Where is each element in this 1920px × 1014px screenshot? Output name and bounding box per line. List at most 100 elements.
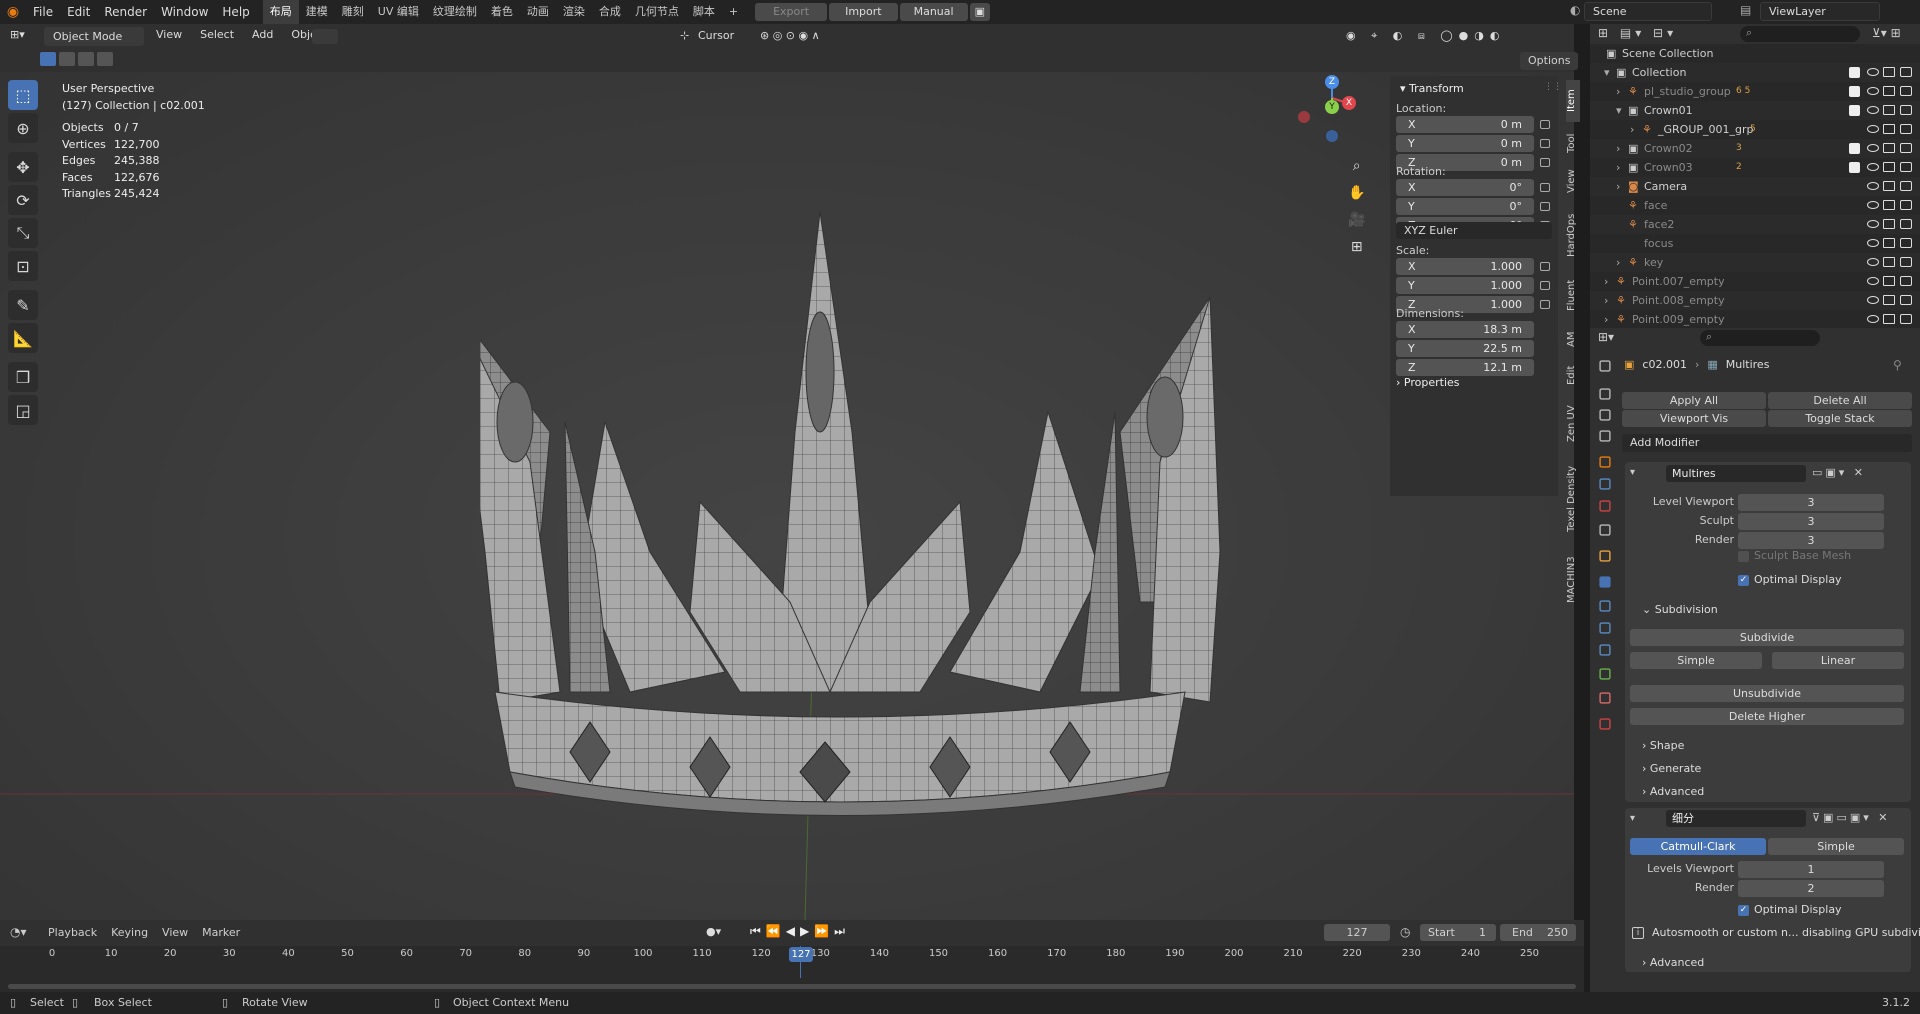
collapse-icon[interactable]: ▾	[1630, 467, 1635, 478]
visibility-eye-icon[interactable]	[1867, 315, 1879, 323]
subdivision-header[interactable]: ⌄ Subdivision	[1642, 603, 1718, 616]
playhead[interactable]: 127	[789, 947, 813, 962]
viewport-toggle-icon[interactable]	[1883, 105, 1895, 115]
viewport-toggle-icon[interactable]	[1883, 162, 1895, 172]
render-camera-icon[interactable]	[1900, 295, 1912, 305]
timeline-scrollbar[interactable]	[8, 984, 1576, 989]
viewport-toggle-icon[interactable]	[1883, 181, 1895, 191]
overlay-icons[interactable]: ◉ ⌖ ◐ ⧈ ◯●◑◐	[1346, 29, 1505, 43]
pan-hand-icon[interactable]: ✋	[1348, 185, 1365, 201]
output-tab-icon[interactable]	[1599, 409, 1611, 421]
outliner-row[interactable]: ▾ ▣ Crown01	[1590, 101, 1920, 120]
editor-type-icon[interactable]: ⊞▾	[10, 28, 25, 41]
render-camera-icon[interactable]	[1900, 86, 1912, 96]
zoom-icon[interactable]: ⌕	[1353, 158, 1361, 174]
dimensions-x-field[interactable]: X 18.3 m	[1396, 321, 1534, 338]
import-button[interactable]: Import	[829, 3, 898, 21]
outliner-search-input[interactable]: ⌕	[1740, 26, 1860, 42]
pivot-selector[interactable]: Cursor	[698, 29, 734, 42]
shape-subpanel[interactable]: › Shape	[1642, 739, 1684, 752]
render-camera-icon[interactable]	[1900, 257, 1912, 267]
visibility-eye-icon[interactable]	[1867, 239, 1879, 247]
viewlayer-selector[interactable]: ViewLayer	[1760, 2, 1880, 21]
multires-name-field[interactable]: Multires	[1666, 465, 1806, 482]
physics-tab-icon[interactable]	[1599, 622, 1611, 634]
viewport-toggle-icon[interactable]	[1883, 238, 1895, 248]
expand-arrow-icon[interactable]: ›	[1604, 272, 1608, 291]
timeline-editor-icon[interactable]: ◔▾	[10, 925, 27, 939]
outliner-row[interactable]: › ⚘ _GROUP_001_grp 5	[1590, 120, 1920, 139]
playback-controls[interactable]: ⏮⏪◀▶⏩⏭	[750, 924, 850, 939]
snap-icon[interactable]: ⊛ ◎ ⊙ ◉ ∧	[760, 29, 820, 42]
expand-arrow-icon[interactable]: ›	[1630, 120, 1634, 139]
expand-arrow-icon[interactable]: ›	[1616, 177, 1620, 196]
viewport-toggle-icon[interactable]	[1883, 124, 1895, 134]
render-camera-icon[interactable]	[1900, 124, 1912, 134]
n-panel-tab-edit[interactable]: Edit	[1566, 360, 1580, 390]
scene-tab-icon[interactable]	[1599, 456, 1611, 468]
apply-all-button[interactable]: Apply All	[1622, 392, 1766, 409]
visibility-eye-icon[interactable]	[1867, 163, 1879, 171]
delete-all-button[interactable]: Delete All	[1768, 392, 1912, 409]
screen-icon[interactable]: ▣	[969, 3, 990, 21]
outliner-row[interactable]: › ◙ Camera	[1590, 177, 1920, 196]
expand-arrow-icon[interactable]: ›	[1604, 310, 1608, 329]
select-subtract-icon[interactable]	[78, 52, 94, 66]
navigation-gizmo[interactable]: Z X Y	[1295, 72, 1375, 152]
pin-icon[interactable]: ⚲	[1893, 358, 1902, 372]
visibility-eye-icon[interactable]	[1867, 296, 1879, 304]
location-lock-icon[interactable]	[1540, 120, 1550, 129]
mode-selector[interactable]: Object Mode	[44, 27, 144, 46]
constraints-tab-icon[interactable]	[1599, 644, 1611, 656]
workspace-tab-9[interactable]: 几何节点	[628, 0, 686, 24]
properties-search-input[interactable]: ⌕	[1700, 330, 1820, 346]
visibility-eye-icon[interactable]	[1867, 125, 1879, 133]
timeline[interactable]: 0 10 20 30 40 50 60 70 80 90 100 110 120 130 140 150 160…	[0, 946, 1584, 992]
transform-orientation-icon[interactable]	[312, 29, 338, 44]
visibility-eye-icon[interactable]	[1867, 144, 1879, 152]
render-camera-icon[interactable]	[1900, 238, 1912, 248]
expand-arrow-icon[interactable]: ›	[1616, 158, 1620, 177]
outliner-row[interactable]: › ▣ Crown03 2	[1590, 158, 1920, 177]
pivot-icon[interactable]: ⊹	[680, 29, 689, 42]
sculpt-level-field[interactable]: 3	[1738, 513, 1884, 530]
viewport-toggle-icon[interactable]	[1883, 143, 1895, 153]
ortho-grid-icon[interactable]: ⊞	[1351, 239, 1363, 255]
menu-file[interactable]: File	[26, 0, 60, 24]
level-viewport-field[interactable]: 3	[1738, 494, 1884, 511]
visibility-eye-icon[interactable]	[1867, 106, 1879, 114]
workspace-tab-8[interactable]: 合成	[592, 0, 628, 24]
options-button[interactable]: Options	[1520, 52, 1579, 70]
n-panel-tab-machin3[interactable]: MACHIN3	[1566, 548, 1580, 612]
visibility-eye-icon[interactable]	[1867, 182, 1879, 190]
add-modifier-dropdown[interactable]: Add Modifier	[1622, 434, 1912, 452]
properties-editor-icon[interactable]: ⊞▾	[1598, 330, 1614, 344]
timeline-menu-view[interactable]: View	[162, 926, 188, 939]
catmull-clark-button[interactable]: Catmull-Clark	[1630, 838, 1766, 855]
viewport-toggle-icon[interactable]	[1883, 257, 1895, 267]
collection-tab-icon[interactable]	[1599, 500, 1611, 512]
simple-subdivide-button[interactable]: Simple	[1630, 652, 1762, 669]
rotation-x-field[interactable]: X 0°	[1396, 179, 1534, 196]
particles-tab-icon[interactable]	[1599, 600, 1611, 612]
subsurf-collapse-icon[interactable]: ▾	[1630, 813, 1635, 824]
viewport-toggle-icon[interactable]	[1883, 200, 1895, 210]
select-invert-icon[interactable]	[97, 52, 113, 66]
menu-render[interactable]: Render	[97, 0, 154, 24]
render-level-field[interactable]: 3	[1738, 532, 1884, 549]
world-tab-icon[interactable]	[1599, 478, 1611, 490]
rotation-lock-icon[interactable]	[1540, 183, 1550, 192]
viewport-toggle-icon[interactable]	[1883, 314, 1895, 324]
render-camera-icon[interactable]	[1900, 314, 1912, 324]
outliner-row[interactable]: › ⚘ pl_studio_group 6 5	[1590, 82, 1920, 101]
n-panel-tab-am[interactable]: AM	[1566, 326, 1580, 352]
n-panel-tab-fluent[interactable]: Fluent	[1566, 272, 1580, 318]
render-camera-icon[interactable]	[1900, 143, 1912, 153]
select-new-icon[interactable]	[40, 52, 56, 66]
camera-view-icon[interactable]: 🎥	[1348, 212, 1365, 228]
modifier-tab-icon[interactable]	[1599, 576, 1611, 588]
data-tab-icon[interactable]	[1599, 668, 1611, 680]
rotation-y-field[interactable]: Y 0°	[1396, 198, 1534, 215]
outliner-row[interactable]: ▾ ▣ Collection	[1590, 63, 1920, 82]
visibility-eye-icon[interactable]	[1867, 68, 1879, 76]
